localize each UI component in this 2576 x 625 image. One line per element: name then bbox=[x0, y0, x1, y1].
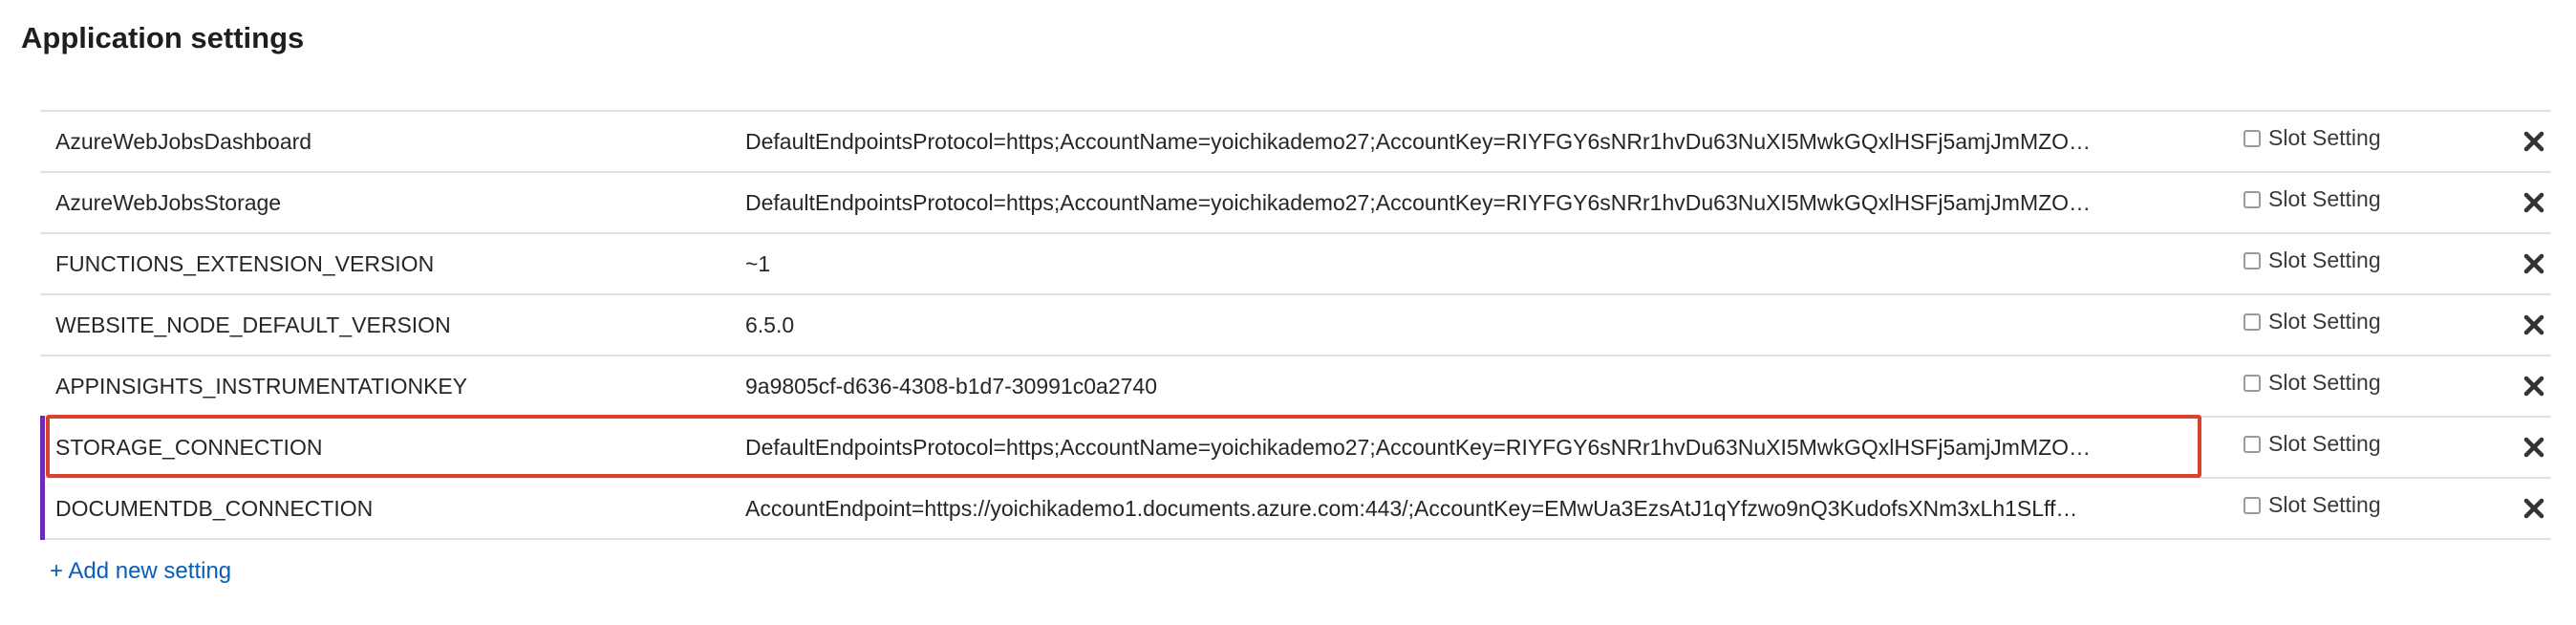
slot-setting-label: Slot Setting bbox=[2268, 369, 2381, 395]
slot-setting-checkbox[interactable]: Slot Setting bbox=[2243, 295, 2381, 355]
setting-name[interactable]: WEBSITE_NODE_DEFAULT_VERSION bbox=[55, 295, 451, 355]
app-settings-table: AzureWebJobsDashboard DefaultEndpointsPr… bbox=[40, 110, 2551, 540]
close-icon bbox=[2523, 437, 2544, 458]
setting-value[interactable]: AccountEndpoint=https://yoichikademo1.do… bbox=[745, 479, 2155, 538]
delete-setting-button[interactable] bbox=[2515, 173, 2553, 232]
delete-setting-button[interactable] bbox=[2515, 295, 2553, 355]
section-title: Application settings bbox=[21, 21, 305, 54]
setting-value[interactable]: 9a9805cf-d636-4308-b1d7-30991c0a2740 bbox=[745, 356, 2155, 416]
delete-setting-button[interactable] bbox=[2515, 418, 2553, 477]
setting-row: AzureWebJobsStorage DefaultEndpointsProt… bbox=[40, 173, 2551, 234]
setting-name[interactable]: FUNCTIONS_EXTENSION_VERSION bbox=[55, 234, 434, 293]
setting-value[interactable]: DefaultEndpointsProtocol=https;AccountNa… bbox=[745, 112, 2155, 171]
slot-setting-label: Slot Setting bbox=[2268, 185, 2381, 211]
setting-row: AzureWebJobsDashboard DefaultEndpointsPr… bbox=[40, 112, 2551, 173]
setting-value[interactable]: ~1 bbox=[745, 234, 2155, 293]
setting-value[interactable]: DefaultEndpointsProtocol=https;AccountNa… bbox=[745, 173, 2155, 232]
checkbox-box[interactable] bbox=[2243, 252, 2261, 269]
slot-setting-label: Slot Setting bbox=[2268, 491, 2381, 517]
checkbox-box[interactable] bbox=[2243, 130, 2261, 147]
slot-setting-label: Slot Setting bbox=[2268, 430, 2381, 456]
delete-setting-button[interactable] bbox=[2515, 356, 2553, 416]
setting-value[interactable]: 6.5.0 bbox=[745, 295, 2155, 355]
close-icon bbox=[2523, 253, 2544, 274]
slot-setting-label: Slot Setting bbox=[2268, 247, 2381, 272]
slot-setting-checkbox[interactable]: Slot Setting bbox=[2243, 418, 2381, 477]
slot-setting-checkbox[interactable]: Slot Setting bbox=[2243, 234, 2381, 293]
checkbox-box[interactable] bbox=[2243, 436, 2261, 453]
close-icon bbox=[2523, 131, 2544, 152]
setting-name[interactable]: AzureWebJobsStorage bbox=[55, 173, 281, 232]
setting-row: APPINSIGHTS_INSTRUMENTATIONKEY 9a9805cf-… bbox=[40, 356, 2551, 418]
close-icon bbox=[2523, 498, 2544, 519]
delete-setting-button[interactable] bbox=[2515, 479, 2553, 538]
delete-setting-button[interactable] bbox=[2515, 112, 2553, 171]
slot-setting-checkbox[interactable]: Slot Setting bbox=[2243, 112, 2381, 171]
checkbox-box[interactable] bbox=[2243, 375, 2261, 392]
slot-setting-label: Slot Setting bbox=[2268, 124, 2381, 150]
setting-name[interactable]: STORAGE_CONNECTION bbox=[55, 418, 322, 477]
setting-name[interactable]: AzureWebJobsDashboard bbox=[55, 112, 311, 171]
setting-row: WEBSITE_NODE_DEFAULT_VERSION 6.5.0 Slot … bbox=[40, 295, 2551, 356]
setting-value[interactable]: DefaultEndpointsProtocol=https;AccountNa… bbox=[745, 418, 2155, 477]
setting-row: STORAGE_CONNECTION DefaultEndpointsProto… bbox=[40, 416, 2553, 479]
close-icon bbox=[2523, 376, 2544, 397]
slot-setting-checkbox[interactable]: Slot Setting bbox=[2243, 173, 2381, 232]
setting-name[interactable]: APPINSIGHTS_INSTRUMENTATIONKEY bbox=[55, 356, 467, 416]
slot-setting-label: Slot Setting bbox=[2268, 308, 2381, 334]
slot-setting-checkbox[interactable]: Slot Setting bbox=[2243, 479, 2381, 538]
close-icon bbox=[2523, 192, 2544, 213]
setting-row: FUNCTIONS_EXTENSION_VERSION ~1 Slot Sett… bbox=[40, 234, 2551, 295]
delete-setting-button[interactable] bbox=[2515, 234, 2553, 293]
checkbox-box[interactable] bbox=[2243, 191, 2261, 208]
close-icon bbox=[2523, 314, 2544, 335]
setting-name[interactable]: DOCUMENTDB_CONNECTION bbox=[55, 479, 373, 538]
add-new-setting-link[interactable]: + Add new setting bbox=[50, 552, 231, 591]
checkbox-box[interactable] bbox=[2243, 313, 2261, 331]
checkbox-box[interactable] bbox=[2243, 497, 2261, 514]
slot-setting-checkbox[interactable]: Slot Setting bbox=[2243, 356, 2381, 416]
setting-row: DOCUMENTDB_CONNECTION AccountEndpoint=ht… bbox=[40, 477, 2553, 540]
